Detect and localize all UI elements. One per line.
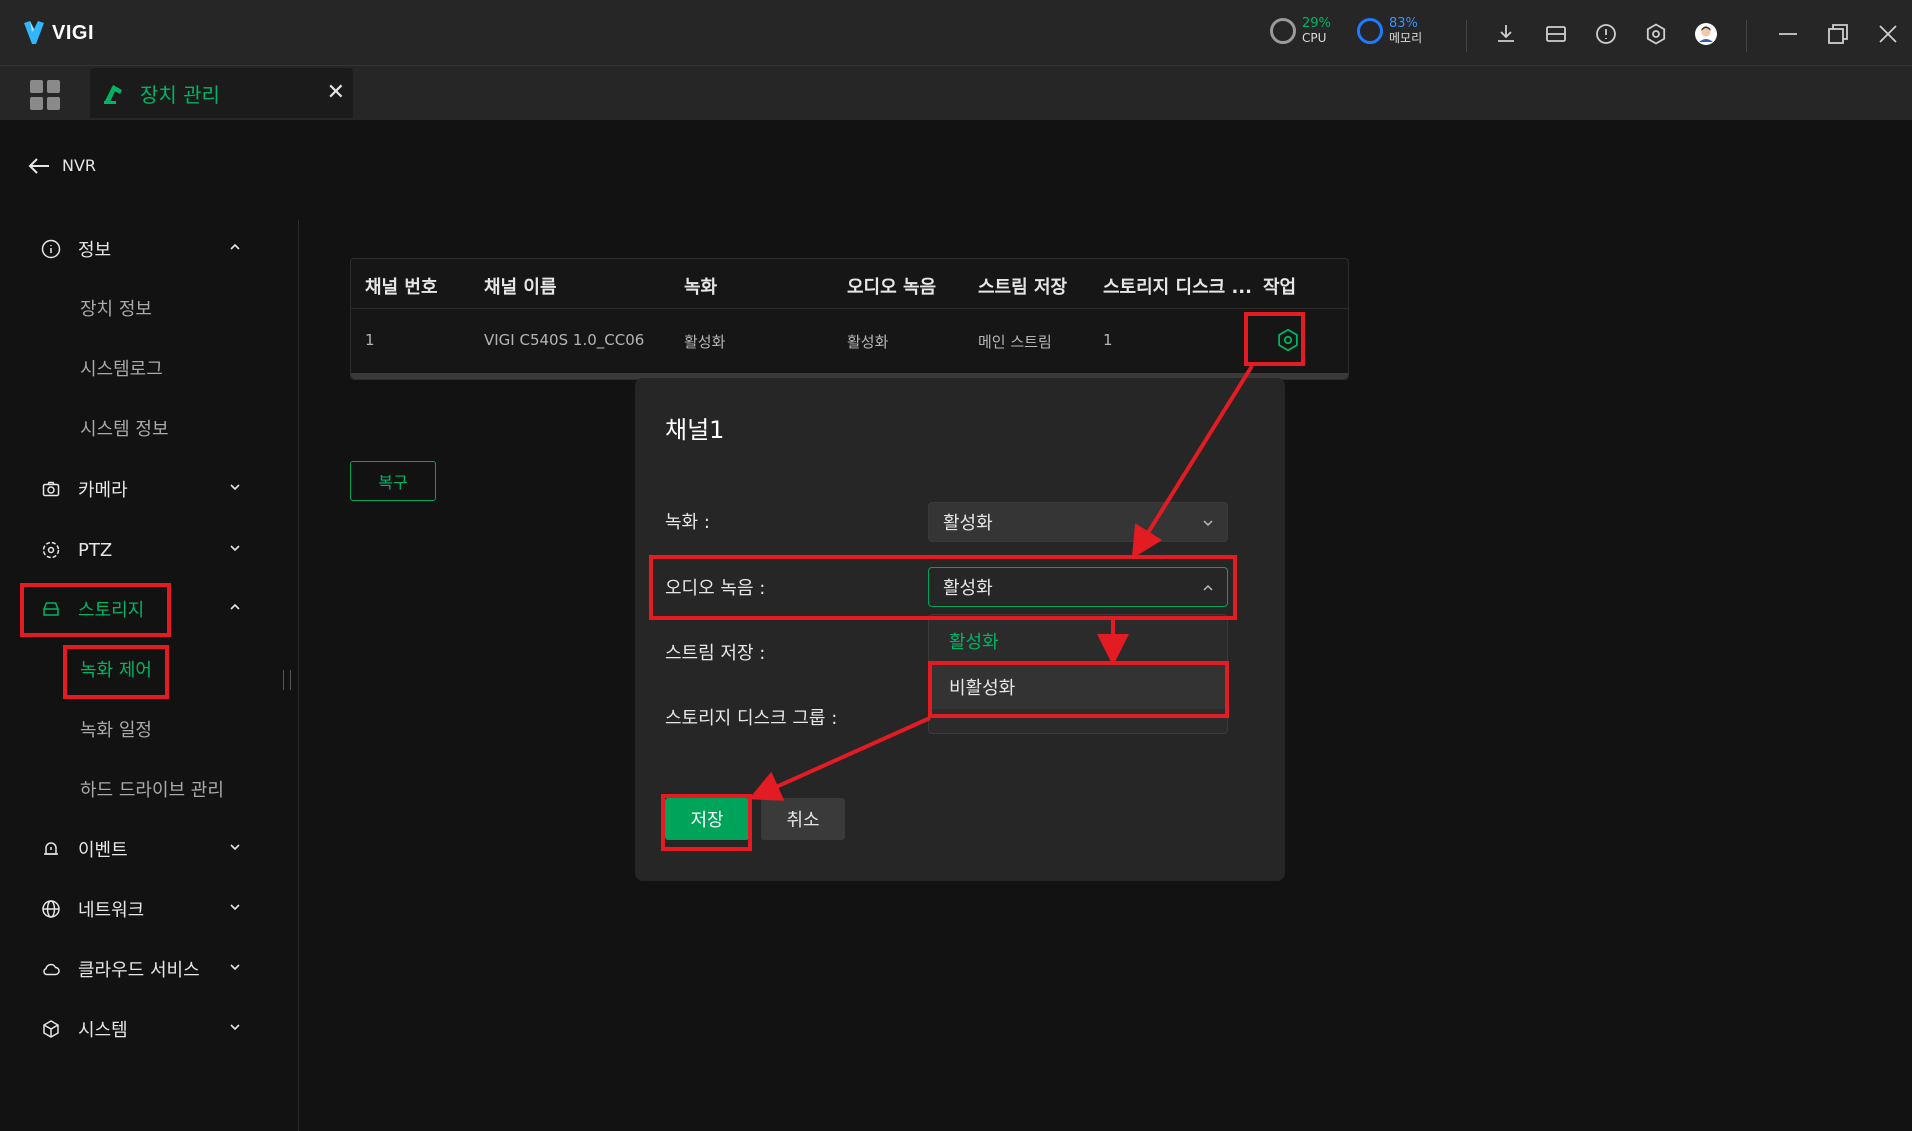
cancel-button[interactable]: 취소 — [761, 798, 845, 840]
record-select[interactable]: 활성화 — [928, 502, 1228, 542]
chevron-down-icon — [230, 844, 240, 851]
apps-grid-icon[interactable] — [30, 80, 60, 110]
highlight-row-settings — [1244, 312, 1305, 366]
sidebar-item-system[interactable]: 시스템 — [40, 1014, 250, 1044]
table-cell: 1 — [1103, 331, 1113, 349]
cpu-percent: 29% — [1302, 16, 1331, 31]
column-header: 작업 — [1263, 277, 1297, 298]
camera-icon — [40, 478, 62, 500]
memory-label: 메모리 — [1389, 31, 1423, 45]
tab-close-icon[interactable]: ✕ — [327, 80, 345, 105]
chevron-up-icon — [230, 603, 240, 610]
avatar[interactable] — [1692, 20, 1720, 48]
logo-text: VIGI — [52, 21, 95, 44]
title-bar: VIGI 29% CPU 83% 메모리 — [0, 0, 1912, 66]
highlight-record-control — [63, 645, 169, 699]
table-cell: VIGI C540S 1.0_CC06 — [484, 331, 645, 349]
chevron-down-icon — [1203, 520, 1213, 527]
memory-meter: 83% 메모리 — [1357, 16, 1422, 46]
storage-disk-group-label: 스토리지 디스크 그룹 : — [665, 708, 838, 729]
sidebar-subitem-system-info[interactable]: 시스템 정보 — [80, 415, 169, 441]
sidebar-item-camera[interactable]: 카메라 — [40, 474, 250, 504]
minimize-icon[interactable] — [1774, 20, 1802, 48]
table-header: 채널 번호 채널 이름 녹화 오디오 녹음 스트림 저장 스토리지 디스크 ..… — [351, 259, 1348, 309]
cpu-label: CPU — [1302, 31, 1327, 45]
column-header: 채널 이름 — [484, 277, 557, 298]
toolbar-divider — [1466, 20, 1467, 52]
stream-storage-label: 스트림 저장 : — [665, 643, 766, 664]
vigi-logo: VIGI — [22, 20, 94, 46]
table-cell: 1 — [365, 331, 375, 349]
sidebar-item-network[interactable]: 네트워크 — [40, 894, 250, 924]
column-header: 스토리지 디스크 ... — [1103, 277, 1252, 298]
column-header: 채널 번호 — [365, 277, 438, 298]
event-icon — [40, 838, 62, 860]
sidebar-divider — [298, 220, 299, 1131]
chevron-down-icon — [230, 545, 240, 552]
back-label: NVR — [62, 156, 97, 175]
close-icon[interactable] — [1874, 20, 1902, 48]
device-management-icon — [104, 85, 122, 104]
column-header: 녹화 — [684, 277, 718, 298]
sidebar-item-cloud[interactable]: 클라우드 서비스 — [40, 954, 250, 984]
sidebar-subitem-hdd-management[interactable]: 하드 드라이브 관리 — [80, 776, 224, 802]
settings-icon[interactable] — [1642, 20, 1670, 48]
chevron-down-icon — [230, 484, 240, 491]
restore-button[interactable]: 복구 — [350, 461, 436, 501]
highlight-storage — [20, 583, 171, 637]
sidebar-subitem-device-info[interactable]: 장치 정보 — [80, 295, 152, 321]
download-icon[interactable] — [1492, 20, 1520, 48]
record-label: 녹화 : — [665, 512, 710, 533]
sidebar-item-label: 카메라 — [78, 480, 128, 501]
sidebar-item-label: 네트워크 — [78, 900, 145, 921]
sidebar-item-label: 이벤트 — [78, 840, 128, 861]
tab-device-management[interactable]: 장치 관리 ✕ — [90, 68, 353, 118]
vigi-logo-icon — [24, 21, 44, 44]
sidebar-item-info[interactable]: 정보 — [40, 234, 250, 264]
alert-icon[interactable] — [1592, 20, 1620, 48]
dialog-title: 채널1 — [665, 416, 725, 444]
sidebar-resize-handle[interactable] — [283, 670, 291, 690]
tab-bar: 장치 관리 ✕ — [0, 66, 1912, 120]
cpu-ring-icon — [1270, 18, 1296, 44]
sidebar-subitem-record-schedule[interactable]: 녹화 일정 — [80, 716, 152, 742]
cpu-meter: 29% CPU — [1270, 16, 1331, 46]
back-to-nvr[interactable]: NVR — [28, 156, 96, 175]
table-cell: 메인 스트림 — [978, 333, 1052, 351]
memory-percent: 83% — [1389, 16, 1418, 31]
arrow-left-icon — [28, 157, 49, 174]
cloud-icon — [40, 958, 62, 980]
restore-icon[interactable] — [1824, 20, 1852, 48]
toolbar-divider — [1746, 20, 1747, 52]
system-icon — [40, 1018, 62, 1040]
column-header: 스트림 저장 — [978, 277, 1068, 298]
sidebar-item-label: 클라우드 서비스 — [78, 960, 200, 981]
folder-icon[interactable] — [1542, 20, 1570, 48]
tab-label: 장치 관리 — [140, 82, 220, 107]
sidebar-item-event[interactable]: 이벤트 — [40, 834, 250, 864]
sidebar-item-label: 정보 — [78, 240, 112, 261]
info-icon — [40, 238, 62, 260]
sidebar-item-ptz[interactable]: PTZ — [40, 535, 250, 565]
channel-table: 채널 번호 채널 이름 녹화 오디오 녹음 스트림 저장 스토리지 디스크 ..… — [350, 258, 1349, 380]
highlight-audio-record — [649, 555, 1237, 620]
sidebar-item-label: 시스템 — [78, 1020, 128, 1041]
dropdown-option-enable[interactable]: 활성화 — [929, 619, 1227, 663]
sidebar-item-label: PTZ — [78, 539, 113, 561]
column-header: 오디오 녹음 — [847, 277, 937, 298]
table-cell: 활성화 — [847, 333, 889, 351]
table-cell: 활성화 — [684, 333, 726, 351]
network-icon — [40, 898, 62, 920]
sidebar-subitem-system-log[interactable]: 시스템로그 — [80, 355, 163, 381]
chevron-down-icon — [230, 904, 240, 911]
highlight-save-button — [661, 794, 752, 851]
highlight-disable-option — [928, 661, 1229, 718]
record-select-value: 활성화 — [943, 513, 993, 534]
chevron-down-icon — [230, 964, 240, 971]
chevron-down-icon — [230, 1024, 240, 1031]
ptz-icon — [40, 539, 62, 561]
memory-ring-icon — [1357, 18, 1383, 44]
chevron-up-icon — [230, 243, 240, 250]
